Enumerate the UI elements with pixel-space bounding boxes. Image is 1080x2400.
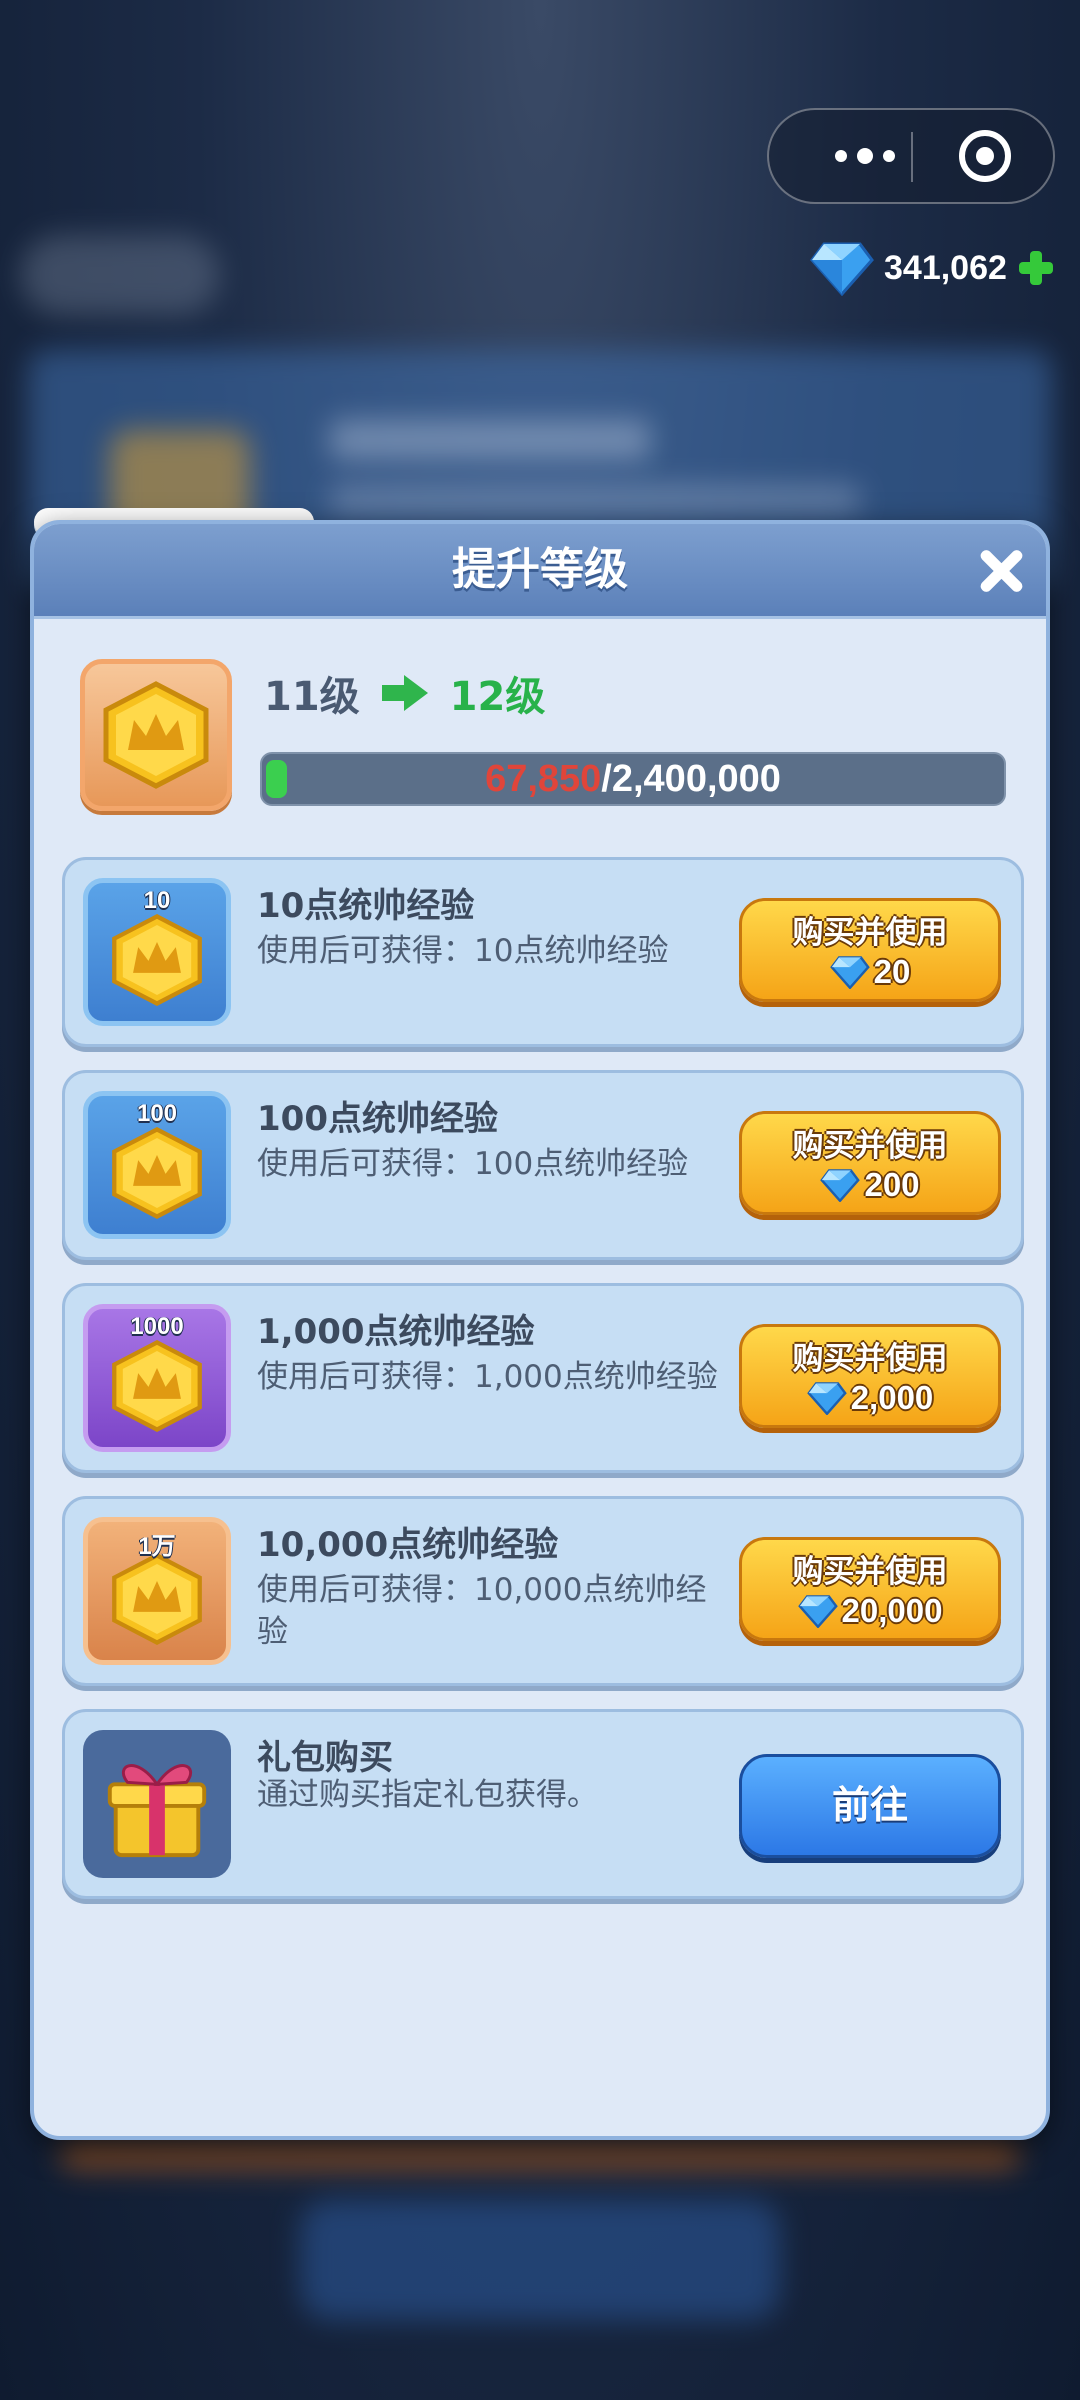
- more-menu-button[interactable]: [805, 110, 925, 202]
- upgrade-level-dialog: 提升等级 11级 12级 67,850/2,400,000 10 10点统帅经验…: [30, 520, 1050, 2140]
- item-name: 100点统帅经验: [257, 1099, 498, 1139]
- bg-text: [330, 485, 860, 515]
- buy-and-use-button[interactable]: 购买并使用 2,000: [739, 1324, 1001, 1428]
- item-name: 10点统帅经验: [257, 886, 475, 926]
- exp-tag: 10: [143, 887, 171, 914]
- gift-box-icon: [83, 1730, 231, 1878]
- arrow-right-icon: [381, 675, 428, 711]
- button-label: 购买并使用: [792, 1128, 948, 1164]
- price-value: 20,000: [841, 1592, 943, 1629]
- gift-pack-item: 礼包购买 通过购买指定礼包获得。 前往: [62, 1709, 1024, 1899]
- item-desc: 使用后可获得：10点统帅经验: [257, 933, 669, 969]
- button-price: 20,000: [742, 1592, 998, 1630]
- item-desc: 使用后可获得：100点统帅经验: [257, 1146, 689, 1182]
- progress-text: 67,850/2,400,000: [262, 754, 1004, 804]
- button-price: 2,000: [742, 1379, 998, 1417]
- exp-item-10000: 1万 10,000点统帅经验 使用后可获得：10,000点统帅经验 购买并使用 …: [62, 1496, 1024, 1686]
- current-level: 11级: [264, 674, 360, 720]
- bg-text: [330, 420, 650, 460]
- bg-back-button: [20, 235, 220, 315]
- button-price: 20: [742, 953, 998, 991]
- exp-crest-icon: 1000: [83, 1304, 231, 1452]
- exp-crest-icon: 1万: [83, 1517, 231, 1665]
- capsule-divider: [911, 132, 913, 182]
- go-button[interactable]: 前往: [739, 1754, 1001, 1858]
- next-level: 12级: [449, 674, 546, 720]
- price-value: 20: [873, 953, 911, 990]
- item-name: 1,000点统帅经验: [257, 1312, 535, 1352]
- progress-current: 67,850: [485, 758, 602, 800]
- buy-and-use-button[interactable]: 购买并使用 200: [739, 1111, 1001, 1215]
- diamond-icon: [829, 956, 870, 989]
- dialog-title: 提升等级: [452, 544, 628, 595]
- exp-tag: 1万: [138, 1533, 176, 1560]
- diamond-icon: [806, 1382, 847, 1415]
- currency-display: 341,062: [810, 238, 1055, 298]
- diamond-amount: 341,062: [884, 248, 1007, 287]
- close-icon[interactable]: [976, 546, 1026, 596]
- exp-tag: 1000: [130, 1313, 184, 1340]
- miniprogram-capsule: [767, 108, 1055, 204]
- price-value: 200: [864, 1166, 920, 1203]
- exp-progress-bar: 67,850/2,400,000: [260, 752, 1006, 806]
- close-miniprogram-button[interactable]: [959, 130, 1011, 182]
- commander-crest-icon: [80, 659, 232, 811]
- button-label: 购买并使用: [792, 1341, 948, 1377]
- exp-item-1000: 1000 1,000点统帅经验 使用后可获得：1,000点统帅经验 购买并使用 …: [62, 1283, 1024, 1473]
- exp-item-100: 100 100点统帅经验 使用后可获得：100点统帅经验 购买并使用 200: [62, 1070, 1024, 1260]
- exp-crest-icon: 10: [83, 878, 231, 1026]
- price-value: 2,000: [850, 1379, 934, 1416]
- item-desc: 通过购买指定礼包获得。: [257, 1777, 598, 1813]
- exp-item-10: 10 10点统帅经验 使用后可获得：10点统帅经验 购买并使用 20: [62, 857, 1024, 1047]
- buy-and-use-button[interactable]: 购买并使用 20: [739, 898, 1001, 1002]
- button-label: 购买并使用: [792, 1554, 948, 1590]
- bg-bar: [60, 2140, 1020, 2170]
- buy-and-use-button[interactable]: 购买并使用 20,000: [739, 1537, 1001, 1641]
- bg-button: [300, 2200, 780, 2320]
- level-change: 11级 12级: [264, 664, 545, 722]
- exp-tag: 100: [136, 1100, 178, 1127]
- diamond-icon: [810, 240, 874, 296]
- diamond-icon: [820, 1169, 861, 1202]
- progress-separator: /: [601, 758, 612, 800]
- item-desc: 使用后可获得：10,000点统帅经验: [257, 1572, 707, 1650]
- button-label: 购买并使用: [792, 915, 948, 951]
- exp-crest-icon: 100: [83, 1091, 231, 1239]
- diamond-icon: [797, 1595, 838, 1628]
- item-name: 10,000点统帅经验: [257, 1525, 559, 1565]
- item-name: 礼包购买: [257, 1738, 393, 1778]
- plus-icon[interactable]: [1017, 249, 1055, 287]
- button-price: 200: [742, 1166, 998, 1204]
- progress-total: 2,400,000: [611, 758, 781, 800]
- item-desc: 使用后可获得：1,000点统帅经验: [257, 1359, 718, 1395]
